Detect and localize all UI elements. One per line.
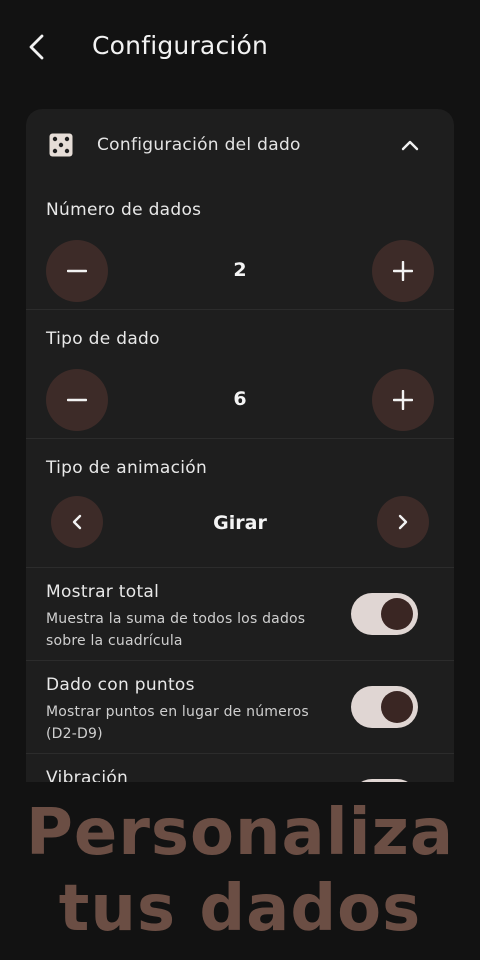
vibration-toggle[interactable] [351, 779, 418, 782]
plus-icon [393, 390, 413, 410]
die-type-section: Tipo de dado 6 [26, 310, 454, 439]
collapse-button[interactable] [400, 135, 420, 155]
chevron-right-icon [398, 514, 408, 530]
dice-five-icon [49, 133, 73, 157]
number-of-dice-section: Número de dados 2 [26, 181, 454, 310]
toggle-knob [381, 691, 413, 723]
toggle-knob [381, 598, 413, 630]
app-header: Configuración [0, 0, 480, 96]
chevron-up-icon [401, 140, 419, 151]
card-header[interactable]: Configuración del dado [26, 109, 454, 181]
vibration-row: Vibración [26, 754, 454, 782]
show-total-row: Mostrar total Muestra la suma de todos l… [26, 568, 454, 661]
settings-scroll-area[interactable]: Configuración del dado Número de dados 2 [26, 109, 454, 782]
show-total-description: Muestra la suma de todos los dados sobre… [46, 611, 306, 649]
promo-line-2: tus dados [58, 872, 422, 946]
promo-line-1: Personaliza [26, 796, 454, 870]
increase-die-type-button[interactable] [372, 369, 434, 431]
plus-icon [393, 261, 413, 281]
animation-type-label: Tipo de animación [46, 458, 208, 478]
dotted-die-description: Mostrar puntos en lugar de números (D2-D… [46, 704, 309, 742]
number-of-dice-label: Número de dados [46, 200, 202, 220]
animation-type-section: Tipo de animación Girar [26, 439, 454, 568]
card-title: Configuración del dado [97, 135, 301, 155]
back-button[interactable] [20, 30, 54, 64]
dotted-die-toggle[interactable] [351, 686, 418, 728]
die-type-label: Tipo de dado [46, 329, 160, 349]
show-total-toggle[interactable] [351, 593, 418, 635]
promo-banner: Personaliza tus dados [0, 795, 480, 947]
dice-settings-card: Configuración del dado Número de dados 2 [26, 109, 454, 782]
dotted-die-title: Dado con puntos [46, 675, 195, 695]
show-total-title: Mostrar total [46, 582, 160, 602]
dotted-die-row: Dado con puntos Mostrar puntos en lugar … [26, 661, 454, 754]
chevron-left-icon [29, 34, 44, 60]
vibration-title: Vibración [46, 768, 129, 782]
page-title: Configuración [92, 31, 269, 60]
increase-dice-button[interactable] [372, 240, 434, 302]
next-animation-button[interactable] [377, 496, 429, 548]
